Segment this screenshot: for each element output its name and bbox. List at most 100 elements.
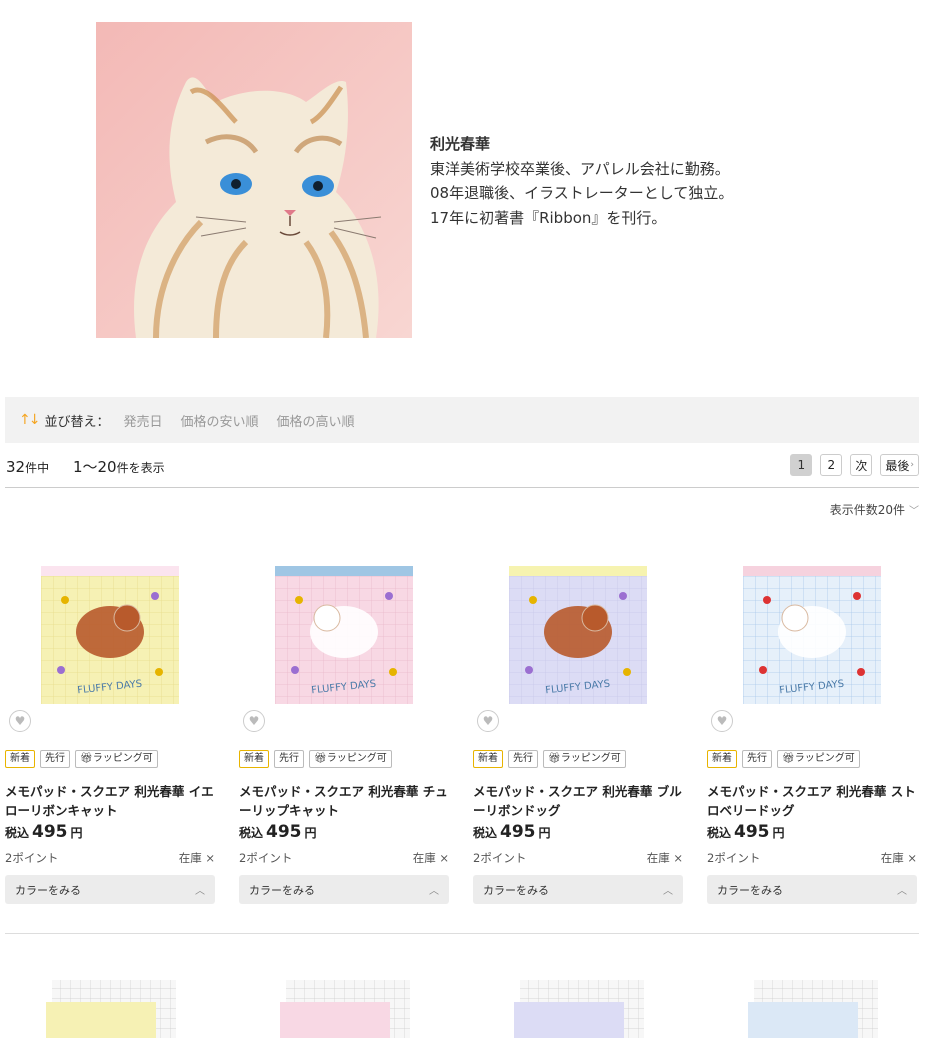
product-stock: 在庫 × bbox=[646, 851, 683, 865]
badge-new: 新着 bbox=[707, 750, 737, 768]
product-card[interactable]: FLUFFY DAYS ♥ 新着 先行 🎁︎ラッピング可 メモパッド・スクエア … bbox=[239, 540, 449, 904]
artist-bio: 利光春華 東洋美術学校卒業後、アパレル会社に勤務。 08年退職後、イラストレータ… bbox=[430, 132, 850, 230]
chevron-up-icon: ︿ bbox=[897, 886, 907, 897]
badge-new: 新着 bbox=[239, 750, 269, 768]
chevron-up-icon: ︿ bbox=[663, 886, 673, 897]
product-stock: 在庫 × bbox=[412, 851, 449, 865]
badge-gift-wrap: 🎁︎ラッピング可 bbox=[75, 750, 158, 768]
per-page-select[interactable]: 表示件数20件 ﹀ bbox=[830, 501, 919, 518]
view-colors-button[interactable]: カラーをみる ︿ bbox=[239, 875, 449, 904]
badge-gift-wrap: 🎁︎ラッピング可 bbox=[543, 750, 626, 768]
product-badges: 新着 先行 🎁︎ラッピング可 bbox=[473, 750, 626, 768]
product-points: 2ポイント bbox=[239, 851, 293, 865]
product-title[interactable]: メモパッド・スクエア 利光春華 ストロベリードッグ bbox=[707, 782, 917, 820]
product-stock: 在庫 × bbox=[178, 851, 215, 865]
product-image[interactable]: FLUFFY DAYS bbox=[707, 540, 917, 708]
product-badges: 新着 先行 🎁︎ラッピング可 bbox=[239, 750, 392, 768]
gift-icon: 🎁︎ bbox=[548, 753, 561, 764]
badge-new: 新着 bbox=[5, 750, 35, 768]
result-range: 1〜20 bbox=[72, 458, 117, 476]
pagination: 1 2 次 最後 › bbox=[790, 454, 919, 476]
view-colors-button[interactable]: カラーをみる ︿ bbox=[707, 875, 917, 904]
view-colors-label: カラーをみる bbox=[15, 883, 81, 897]
product-points: 2ポイント bbox=[5, 851, 59, 865]
price-tax-label: 税込 bbox=[239, 826, 264, 840]
badge-gift-wrap-label: ラッピング可 bbox=[326, 753, 387, 764]
sort-option-release-date[interactable]: 発売日 bbox=[123, 411, 162, 430]
product-card[interactable]: FLUFFY DAYS ♥ 新着 先行 🎁︎ラッピング可 メモパッド・スクエア … bbox=[473, 540, 683, 904]
view-colors-label: カラーをみる bbox=[249, 883, 315, 897]
product-image[interactable] bbox=[498, 978, 648, 1038]
next-page-button[interactable]: 次 bbox=[850, 454, 873, 476]
product-image[interactable] bbox=[30, 978, 180, 1038]
page-1-button[interactable]: 1 bbox=[790, 454, 813, 476]
price-yen: 円 bbox=[538, 826, 551, 840]
last-page-button[interactable]: 最後 › bbox=[880, 454, 919, 476]
favorite-heart-icon[interactable]: ♥ bbox=[711, 710, 733, 732]
chevron-right-icon: › bbox=[910, 460, 914, 470]
product-card[interactable]: FLUFFY DAYS ♥ 新着 先行 🎁︎ラッピング可 メモパッド・スクエア … bbox=[707, 540, 917, 904]
product-image[interactable]: FLUFFY DAYS bbox=[473, 540, 683, 708]
product-price: 税込 495 円 bbox=[707, 822, 785, 842]
sort-icon: ↑↓ bbox=[19, 412, 41, 428]
product-price: 税込 495 円 bbox=[5, 822, 83, 842]
view-colors-button[interactable]: カラーをみる ︿ bbox=[473, 875, 683, 904]
badge-new: 新着 bbox=[473, 750, 503, 768]
artist-bio-line: 17年に初著書『Ribbon』を刊行。 bbox=[430, 208, 667, 227]
artist-name: 利光春華 bbox=[430, 135, 491, 153]
divider bbox=[5, 487, 919, 488]
badge-gift-wrap: 🎁︎ラッピング可 bbox=[777, 750, 860, 768]
chevron-up-icon: ︿ bbox=[195, 886, 205, 897]
product-title[interactable]: メモパッド・スクエア 利光春華 イエローリボンキャット bbox=[5, 782, 215, 820]
product-points: 2ポイント bbox=[473, 851, 527, 865]
chevron-down-icon: ﹀ bbox=[909, 506, 919, 517]
badge-preorder: 先行 bbox=[40, 750, 70, 768]
product-card[interactable]: FLUFFY DAYS ♥ 新着 先行 🎁︎ラッピング可 メモパッド・スクエア … bbox=[5, 540, 215, 904]
product-badges: 新着 先行 🎁︎ラッピング可 bbox=[707, 750, 860, 768]
artist-portrait-image bbox=[96, 22, 412, 338]
price-yen: 円 bbox=[70, 826, 83, 840]
sort-option-price-low[interactable]: 価格の安い順 bbox=[181, 411, 259, 430]
last-page-label: 最後 bbox=[885, 458, 910, 473]
sort-label: 並び替え： bbox=[44, 414, 110, 430]
price-value: 495 bbox=[734, 822, 770, 842]
favorite-heart-icon[interactable]: ♥ bbox=[243, 710, 265, 732]
view-colors-button[interactable]: カラーをみる ︿ bbox=[5, 875, 215, 904]
product-image[interactable]: FLUFFY DAYS bbox=[239, 540, 449, 708]
favorite-heart-icon[interactable]: ♥ bbox=[477, 710, 499, 732]
gift-icon: 🎁︎ bbox=[80, 753, 93, 764]
badge-preorder: 先行 bbox=[742, 750, 772, 768]
price-tax-label: 税込 bbox=[707, 826, 732, 840]
per-page-label: 表示件数20件 bbox=[829, 503, 905, 517]
product-title[interactable]: メモパッド・スクエア 利光春華 チューリップキャット bbox=[239, 782, 449, 820]
product-image[interactable] bbox=[732, 978, 882, 1038]
sort-bar: ↑↓ 並び替え： 発売日 価格の安い順 価格の高い順 bbox=[5, 397, 919, 443]
view-colors-label: カラーをみる bbox=[717, 883, 783, 897]
price-yen: 円 bbox=[304, 826, 317, 840]
result-total: 32 bbox=[6, 458, 26, 476]
result-total-unit: 件中 bbox=[25, 461, 50, 475]
product-stock: 在庫 × bbox=[880, 851, 917, 865]
price-value: 495 bbox=[266, 822, 302, 842]
price-value: 495 bbox=[32, 822, 68, 842]
view-colors-label: カラーをみる bbox=[483, 883, 549, 897]
product-price: 税込 495 円 bbox=[239, 822, 317, 842]
gift-icon: 🎁︎ bbox=[782, 753, 795, 764]
page-2-button[interactable]: 2 bbox=[820, 454, 843, 476]
badge-preorder: 先行 bbox=[274, 750, 304, 768]
price-yen: 円 bbox=[772, 826, 785, 840]
product-title[interactable]: メモパッド・スクエア 利光春華 ブルーリボンドッグ bbox=[473, 782, 683, 820]
badge-preorder: 先行 bbox=[508, 750, 538, 768]
sort-option-price-high[interactable]: 価格の高い順 bbox=[277, 411, 355, 430]
badge-gift-wrap: 🎁︎ラッピング可 bbox=[309, 750, 392, 768]
product-points: 2ポイント bbox=[707, 851, 761, 865]
favorite-heart-icon[interactable]: ♥ bbox=[9, 710, 31, 732]
artist-bio-line: 東洋美術学校卒業後、アパレル会社に勤務。 bbox=[430, 159, 730, 178]
divider bbox=[5, 933, 919, 934]
result-range-unit: 件を表示 bbox=[116, 461, 165, 475]
badge-gift-wrap-label: ラッピング可 bbox=[92, 753, 153, 764]
product-image[interactable] bbox=[264, 978, 414, 1038]
product-image[interactable]: FLUFFY DAYS bbox=[5, 540, 215, 708]
gift-icon: 🎁︎ bbox=[314, 753, 327, 764]
badge-gift-wrap-label: ラッピング可 bbox=[794, 753, 855, 764]
